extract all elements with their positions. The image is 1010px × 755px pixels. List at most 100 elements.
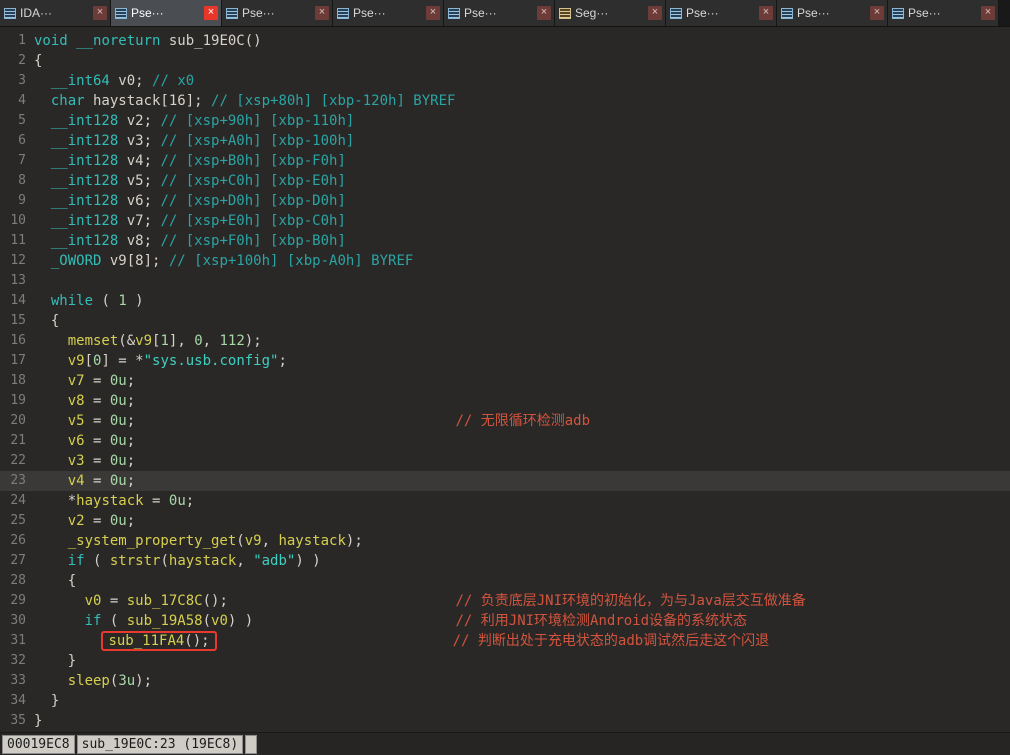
code-line-2[interactable]: 2{	[0, 51, 1010, 71]
code-line-7[interactable]: 7 __int128 v4; // [xsp+B0h] [xbp-F0h]	[0, 151, 1010, 171]
code-line-25[interactable]: 25 v2 = 0u;	[0, 511, 1010, 531]
tab-pseudocode-7[interactable]: Pse··· ×	[777, 0, 888, 26]
code-line-16[interactable]: 16 memset(&v9[1], 0, 112);	[0, 331, 1010, 351]
code-text: v5 = 0u; // 无限循环检测adb	[67, 413, 591, 429]
code-line-29[interactable]: 29 v0 = sub_17C8C(); // 负责底层JNI环境的初始化，为与…	[0, 591, 1010, 611]
code-line-3[interactable]: 3 __int64 v0; // x0	[0, 71, 1010, 91]
line-number: 24	[10, 493, 26, 508]
line-number: 26	[10, 533, 26, 548]
code-line-21[interactable]: 21 v6 = 0u;	[0, 431, 1010, 451]
line-number: 7	[18, 153, 26, 168]
line-number: 9	[18, 193, 26, 208]
pseudocode-icon	[115, 7, 127, 19]
tab-label: Pse···	[353, 6, 386, 20]
code-line-31[interactable]: 31 sub_11FA4(); // 判断出处于充电状态的adb调试然后走这个闪…	[0, 631, 1010, 651]
tab-ida-view-0[interactable]: IDA··· ×	[0, 0, 111, 26]
tab-close-icon[interactable]: ×	[981, 6, 995, 20]
tab-close-icon[interactable]: ×	[93, 6, 107, 20]
code-text: v4 = 0u;	[67, 473, 136, 489]
code-text: {	[34, 53, 43, 69]
code-line-26[interactable]: 26 _system_property_get(v9, haystack);	[0, 531, 1010, 551]
code-line-5[interactable]: 5 __int128 v2; // [xsp+90h] [xbp-110h]	[0, 111, 1010, 131]
code-text: v3 = 0u;	[67, 453, 136, 469]
tab-close-icon[interactable]: ×	[759, 6, 773, 20]
code-line-15[interactable]: 15 {	[0, 311, 1010, 331]
line-number: 6	[18, 133, 26, 148]
line-number: 14	[10, 293, 26, 308]
pseudocode-icon	[781, 7, 793, 19]
code-line-33[interactable]: 33 sleep(3u);	[0, 671, 1010, 691]
code-line-30[interactable]: 30 if ( sub_19A58(v0) ) // 利用JNI环境检测Andr…	[0, 611, 1010, 631]
code-line-23[interactable]: 23 v4 = 0u;	[0, 471, 1010, 491]
code-line-34[interactable]: 34 }	[0, 691, 1010, 711]
line-number: 35	[10, 713, 26, 728]
code-text: v0 = sub_17C8C(); // 负责底层JNI环境的初始化，为与Jav…	[84, 593, 806, 609]
code-line-1[interactable]: 1 void __noreturn sub_19E0C()	[0, 31, 1010, 51]
code-text: __int128 v4; // [xsp+B0h] [xbp-F0h]	[50, 153, 346, 169]
tab-close-icon[interactable]: ×	[648, 6, 662, 20]
code-line-14[interactable]: 14 while ( 1 )	[0, 291, 1010, 311]
code-line-6[interactable]: 6 __int128 v3; // [xsp+A0h] [xbp-100h]	[0, 131, 1010, 151]
tab-label: Pse···	[908, 6, 941, 20]
line-number: 25	[10, 513, 26, 528]
pseudocode-view[interactable]: 1 void __noreturn sub_19E0C() 2{3 __int64 …	[0, 27, 1010, 732]
code-line-28[interactable]: 28 {	[0, 571, 1010, 591]
tab-close-icon[interactable]: ×	[204, 6, 218, 20]
code-line-13[interactable]: 13	[0, 271, 1010, 291]
line-number: 2	[18, 53, 26, 68]
code-text: sub_11FA4(); // 判断出处于充电状态的adb调试然后走这个闪退	[34, 631, 1010, 651]
code-line-24[interactable]: 24 *haystack = 0u;	[0, 491, 1010, 511]
line-number: 11	[10, 233, 26, 248]
tab-bar: IDA··· × Pse··· × Pse··· × Pse··· × Pse··· × Seg··…	[0, 0, 1010, 27]
tab-segments-5[interactable]: Seg··· ×	[555, 0, 666, 26]
line-number: 23	[10, 473, 26, 488]
code-text: }	[34, 653, 77, 669]
tab-close-icon[interactable]: ×	[426, 6, 440, 20]
segments-icon	[559, 7, 571, 19]
code-text: }	[34, 693, 60, 709]
code-line-22[interactable]: 22 v3 = 0u;	[0, 451, 1010, 471]
line-number: 21	[10, 433, 26, 448]
tab-pseudocode-1[interactable]: Pse··· ×	[111, 0, 222, 26]
code-text: char haystack[16]; // [xsp+80h] [xbp-120…	[50, 93, 456, 109]
tab-pseudocode-8[interactable]: Pse··· ×	[888, 0, 999, 26]
line-number: 29	[10, 593, 26, 608]
code-text: {	[34, 573, 77, 589]
code-line-8[interactable]: 8 __int128 v5; // [xsp+C0h] [xbp-E0h]	[0, 171, 1010, 191]
code-line-19[interactable]: 19 v8 = 0u;	[0, 391, 1010, 411]
code-line-20[interactable]: 20 v5 = 0u; // 无限循环检测adb	[0, 411, 1010, 431]
code-line-11[interactable]: 11 __int128 v8; // [xsp+F0h] [xbp-B0h]	[0, 231, 1010, 251]
tab-close-icon[interactable]: ×	[537, 6, 551, 20]
code-line-9[interactable]: 9 __int128 v6; // [xsp+D0h] [xbp-D0h]	[0, 191, 1010, 211]
line-number: 28	[10, 573, 26, 588]
tab-close-icon[interactable]: ×	[315, 6, 329, 20]
line-number: 22	[10, 453, 26, 468]
code-text: v6 = 0u;	[67, 433, 136, 449]
annotation-highlight-box: sub_11FA4();	[101, 631, 217, 651]
code-text: __int128 v5; // [xsp+C0h] [xbp-E0h]	[50, 173, 346, 189]
line-number: 8	[18, 173, 26, 188]
tab-close-icon[interactable]: ×	[870, 6, 884, 20]
code-text: __int128 v3; // [xsp+A0h] [xbp-100h]	[50, 133, 355, 149]
tab-label: IDA···	[20, 6, 52, 20]
code-text: sleep(3u);	[67, 673, 153, 689]
code-text: __int128 v2; // [xsp+90h] [xbp-110h]	[50, 113, 355, 129]
tab-pseudocode-2[interactable]: Pse··· ×	[222, 0, 333, 26]
tab-pseudocode-3[interactable]: Pse··· ×	[333, 0, 444, 26]
code-line-27[interactable]: 27 if ( strstr(haystack, "adb") )	[0, 551, 1010, 571]
status-address-field: 00019EC8	[2, 734, 75, 754]
code-line-35[interactable]: 35}	[0, 711, 1010, 731]
code-line-12[interactable]: 12 _OWORD v9[8]; // [xsp+100h] [xbp-A0h]…	[0, 251, 1010, 271]
line-number: 32	[10, 653, 26, 668]
code-line-32[interactable]: 32 }	[0, 651, 1010, 671]
code-line-17[interactable]: 17 v9[0] = *"sys.usb.config";	[0, 351, 1010, 371]
tab-pseudocode-4[interactable]: Pse··· ×	[444, 0, 555, 26]
code-line-10[interactable]: 10 __int128 v7; // [xsp+E0h] [xbp-C0h]	[0, 211, 1010, 231]
code-line-18[interactable]: 18 v7 = 0u;	[0, 371, 1010, 391]
tab-pseudocode-6[interactable]: Pse··· ×	[666, 0, 777, 26]
line-number: 3	[18, 73, 26, 88]
line-number: 13	[10, 273, 26, 288]
pseudocode-icon	[226, 7, 238, 19]
code-line-4[interactable]: 4 char haystack[16]; // [xsp+80h] [xbp-1…	[0, 91, 1010, 111]
